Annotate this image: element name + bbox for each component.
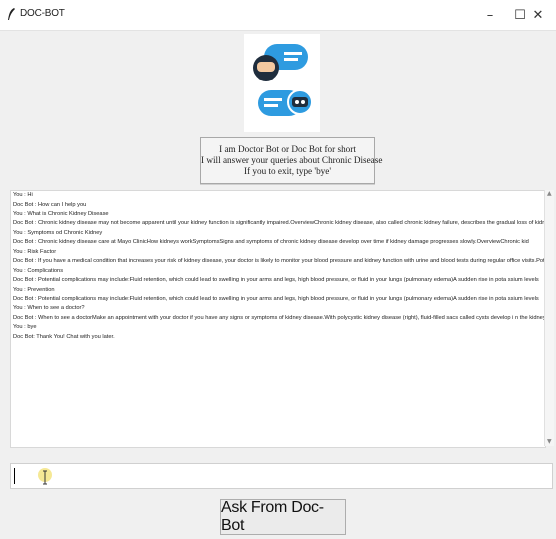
- scroll-down-icon[interactable]: ▼: [547, 438, 552, 445]
- chat-line: You : bye: [13, 324, 37, 330]
- feather-icon: [8, 8, 15, 20]
- intro-line-1: I am Doctor Bot or Doc Bot for short: [219, 144, 356, 154]
- title-bar: DOC-BOT – ☐ ✕: [0, 0, 556, 31]
- doctor-bot-logo: [244, 34, 320, 132]
- chat-line: Doc Bot : How can I help you: [13, 202, 87, 208]
- chat-line: You : Symptoms od Chronic Kidney: [13, 230, 103, 236]
- chat-line: You : Hi: [13, 192, 33, 198]
- chat-line: Doc Bot : When to see a doctorMake an ap…: [13, 315, 546, 321]
- chat-line: Doc Bot: Thank You! Chat with you later.: [13, 334, 115, 340]
- chat-line: Doc Bot : Potential complications may in…: [13, 277, 539, 283]
- intro-line-2: I will answer your queries about Chronic…: [201, 155, 383, 165]
- chat-line: You : What is Chronic Kidney Disease: [13, 211, 109, 217]
- intro-message: I am Doctor Bot or Doc Bot for short I w…: [200, 137, 383, 184]
- chat-line: You : Prevention: [13, 287, 55, 293]
- text-cursor-icon: [38, 468, 52, 485]
- message-input[interactable]: [10, 463, 553, 489]
- chat-bubbles-icon: [253, 44, 313, 116]
- chat-line: You : Complications: [13, 268, 64, 274]
- chat-line: Doc Bot : If you have a medical conditio…: [13, 258, 546, 264]
- window-title: DOC-BOT: [20, 8, 65, 19]
- intro-line-3: If you to exit, type 'bye': [244, 166, 331, 176]
- chat-line: Doc Bot : Chronic kidney disease care at…: [13, 239, 529, 245]
- chat-scrollbar[interactable]: ▲ ▼: [544, 190, 554, 446]
- chat-line: You : When to see a doctor?: [13, 305, 85, 311]
- chat-line: You : Risk Factor: [13, 249, 57, 255]
- chat-line: Doc Bot : Chronic kidney disease may not…: [13, 220, 546, 226]
- chat-line: Doc Bot : Potential complications may in…: [13, 296, 539, 302]
- chat-log[interactable]: You : Hi Doc Bot : How can I help you You …: [10, 190, 546, 448]
- close-button[interactable]: ✕: [518, 2, 556, 28]
- ask-button[interactable]: Ask From Doc-Bot: [220, 499, 346, 535]
- text-caret: [14, 468, 15, 484]
- scroll-up-icon[interactable]: ▲: [547, 190, 552, 197]
